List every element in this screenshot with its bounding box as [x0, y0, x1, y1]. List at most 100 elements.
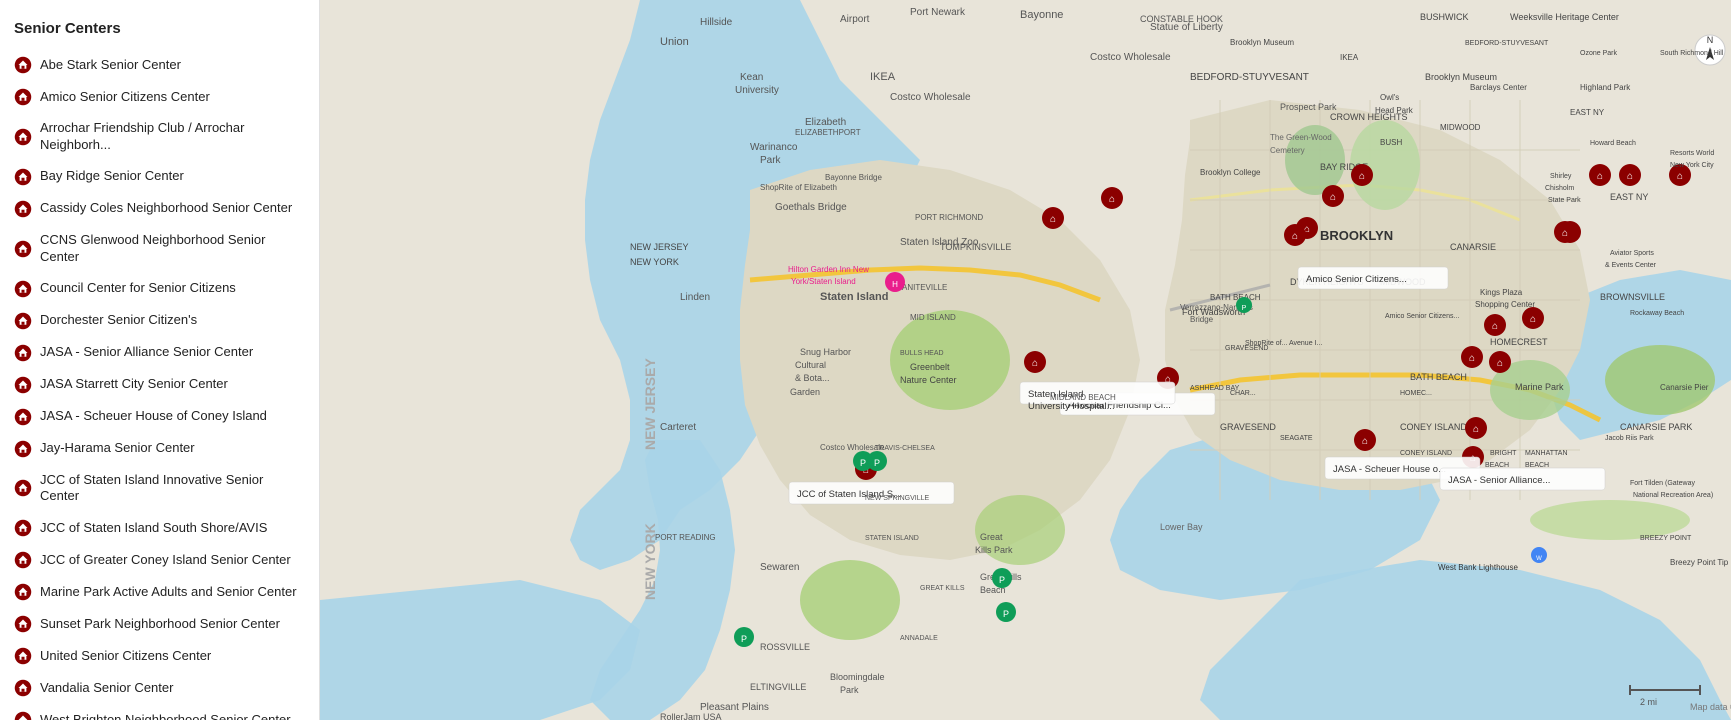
list-item[interactable]: Jay-Harama Senior Center — [0, 433, 319, 465]
svg-text:⌂: ⌂ — [1562, 228, 1568, 239]
svg-text:Breezy Point Tip: Breezy Point Tip — [1670, 558, 1729, 567]
center-name-label: Vandalia Senior Center — [40, 680, 305, 697]
svg-text:Amico Senior Citizens...: Amico Senior Citizens... — [1306, 274, 1407, 285]
center-name-label: Amico Senior Citizens Center — [40, 89, 305, 106]
svg-text:P: P — [860, 458, 866, 468]
home-icon — [14, 679, 32, 697]
svg-text:Shopping Center: Shopping Center — [1475, 300, 1535, 309]
center-name-label: Arrochar Friendship Club / Arrochar Neig… — [40, 120, 305, 154]
svg-text:ShopRite of... Avenue I...: ShopRite of... Avenue I... — [1245, 340, 1322, 347]
center-name-label: Bay Ridge Senior Center — [40, 168, 305, 185]
home-icon — [14, 88, 32, 106]
svg-text:⌂: ⌂ — [1032, 358, 1038, 369]
svg-text:SEAGATE: SEAGATE — [1280, 435, 1313, 442]
svg-text:P: P — [1003, 609, 1009, 619]
list-item[interactable]: Cassidy Coles Neighborhood Senior Center — [0, 193, 319, 225]
list-item[interactable]: Amico Senior Citizens Center — [0, 81, 319, 113]
svg-text:PORT RICHMOND: PORT RICHMOND — [915, 213, 983, 222]
svg-text:New York City: New York City — [1670, 162, 1714, 169]
svg-text:Airport: Airport — [840, 14, 870, 25]
home-icon — [14, 344, 32, 362]
svg-text:⌂: ⌂ — [1292, 231, 1298, 242]
list-item[interactable]: West Brighton Neighborhood Senior Center — [0, 704, 319, 720]
svg-text:Resorts World: Resorts World — [1670, 150, 1714, 157]
svg-text:Sewaren: Sewaren — [760, 562, 799, 573]
list-item[interactable]: Sunset Park Neighborhood Senior Center — [0, 608, 319, 640]
svg-text:Barclays Center: Barclays Center — [1470, 83, 1527, 92]
list-item[interactable]: Marine Park Active Adults and Senior Cen… — [0, 576, 319, 608]
svg-text:Canarsie Pier: Canarsie Pier — [1660, 383, 1709, 392]
home-icon — [14, 615, 32, 633]
map-container: Staten Island BROOKLYN BEDFORD-STUYVESAN… — [320, 0, 1731, 720]
svg-text:Elizabeth: Elizabeth — [805, 117, 846, 128]
center-name-label: JCC of Staten Island Innovative Senior C… — [40, 472, 305, 506]
sidebar-title: Senior Centers — [0, 12, 319, 49]
list-item[interactable]: United Senior Citizens Center — [0, 640, 319, 672]
center-name-label: United Senior Citizens Center — [40, 648, 305, 665]
list-item[interactable]: JASA Starrett City Senior Center — [0, 369, 319, 401]
svg-text:BATH BEACH: BATH BEACH — [1210, 293, 1261, 302]
list-item[interactable]: Council Center for Senior Citizens — [0, 273, 319, 305]
svg-text:GREAT KILLS: GREAT KILLS — [920, 585, 965, 592]
list-item[interactable]: Dorchester Senior Citizen's — [0, 305, 319, 337]
svg-text:BEDFORD-STUYVESANT: BEDFORD-STUYVESANT — [1190, 72, 1309, 83]
list-item[interactable]: JCC of Staten Island Innovative Senior C… — [0, 465, 319, 513]
svg-text:P: P — [1242, 305, 1247, 312]
svg-text:⌂: ⌂ — [1109, 194, 1115, 205]
svg-text:NEW YORK: NEW YORK — [642, 523, 658, 600]
svg-text:BROOKLYN: BROOKLYN — [1320, 228, 1393, 243]
svg-text:& Bota...: & Bota... — [795, 373, 830, 383]
svg-text:Park: Park — [840, 685, 859, 695]
svg-text:Bayonne Bridge: Bayonne Bridge — [825, 173, 882, 182]
svg-text:Weeksville Heritage Center: Weeksville Heritage Center — [1510, 12, 1619, 22]
svg-text:BATH BEACH: BATH BEACH — [1410, 372, 1467, 382]
list-item[interactable]: JASA - Scheuer House of Coney Island — [0, 401, 319, 433]
svg-text:BUSHWICK: BUSHWICK — [1420, 12, 1469, 22]
svg-text:Statue of Liberty: Statue of Liberty — [1150, 22, 1223, 33]
svg-text:ELIZABETHPORT: ELIZABETHPORT — [795, 128, 861, 137]
svg-text:IKEA: IKEA — [1340, 53, 1359, 62]
svg-text:P: P — [741, 634, 747, 644]
svg-text:⌂: ⌂ — [1677, 171, 1683, 182]
list-item[interactable]: Bay Ridge Senior Center — [0, 161, 319, 193]
svg-text:Carteret: Carteret — [660, 422, 696, 433]
svg-text:⌂: ⌂ — [1469, 353, 1475, 364]
svg-text:Marine Park: Marine Park — [1515, 382, 1564, 392]
list-item[interactable]: Vandalia Senior Center — [0, 672, 319, 704]
list-item[interactable]: JASA - Senior Alliance Senior Center — [0, 337, 319, 369]
svg-text:University: University — [735, 85, 779, 96]
svg-text:EAST NY: EAST NY — [1570, 108, 1605, 117]
list-item[interactable]: Arrochar Friendship Club / Arrochar Neig… — [0, 113, 319, 161]
svg-text:University Hospital...: University Hospital... — [1028, 401, 1115, 412]
svg-text:Brooklyn Museum: Brooklyn Museum — [1230, 38, 1294, 47]
svg-text:MANHATTAN: MANHATTAN — [1525, 450, 1568, 457]
svg-text:Snug Harbor: Snug Harbor — [800, 347, 851, 357]
svg-text:Union: Union — [660, 36, 689, 48]
list-item[interactable]: CCNS Glenwood Neighborhood Senior Center — [0, 225, 319, 273]
list-item[interactable]: Abe Stark Senior Center — [0, 49, 319, 81]
center-name-label: JASA - Senior Alliance Senior Center — [40, 344, 305, 361]
svg-text:MIDLAND BEACH: MIDLAND BEACH — [1050, 393, 1116, 402]
center-name-label: CCNS Glenwood Neighborhood Senior Center — [40, 232, 305, 266]
svg-text:GRAVESEND: GRAVESEND — [1220, 422, 1276, 432]
svg-text:NEW SPRINGVILLE: NEW SPRINGVILLE — [865, 495, 930, 502]
svg-text:Port Newark: Port Newark — [910, 7, 966, 18]
svg-text:⌂: ⌂ — [1497, 358, 1503, 369]
home-icon — [14, 240, 32, 258]
svg-text:BEACH: BEACH — [1485, 462, 1509, 469]
center-name-label: JCC of Staten Island South Shore/AVIS — [40, 520, 305, 537]
svg-text:Great: Great — [980, 532, 1003, 542]
svg-text:W: W — [1536, 556, 1542, 562]
svg-text:Kings Plaza: Kings Plaza — [1480, 288, 1523, 297]
svg-text:N: N — [1707, 35, 1714, 45]
center-name-label: Abe Stark Senior Center — [40, 57, 305, 74]
list-item[interactable]: JCC of Staten Island South Shore/AVIS — [0, 512, 319, 544]
list-item[interactable]: JCC of Greater Coney Island Senior Cente… — [0, 544, 319, 576]
svg-text:Prospect Park: Prospect Park — [1280, 102, 1337, 112]
svg-text:JASA - Senior Alliance...: JASA - Senior Alliance... — [1448, 475, 1550, 486]
svg-text:Cultural: Cultural — [795, 360, 826, 370]
svg-text:BROWNSVILLE: BROWNSVILLE — [1600, 292, 1665, 302]
svg-text:MID ISLAND: MID ISLAND — [910, 313, 956, 322]
home-icon — [14, 168, 32, 186]
svg-text:Nature Center: Nature Center — [900, 375, 957, 385]
